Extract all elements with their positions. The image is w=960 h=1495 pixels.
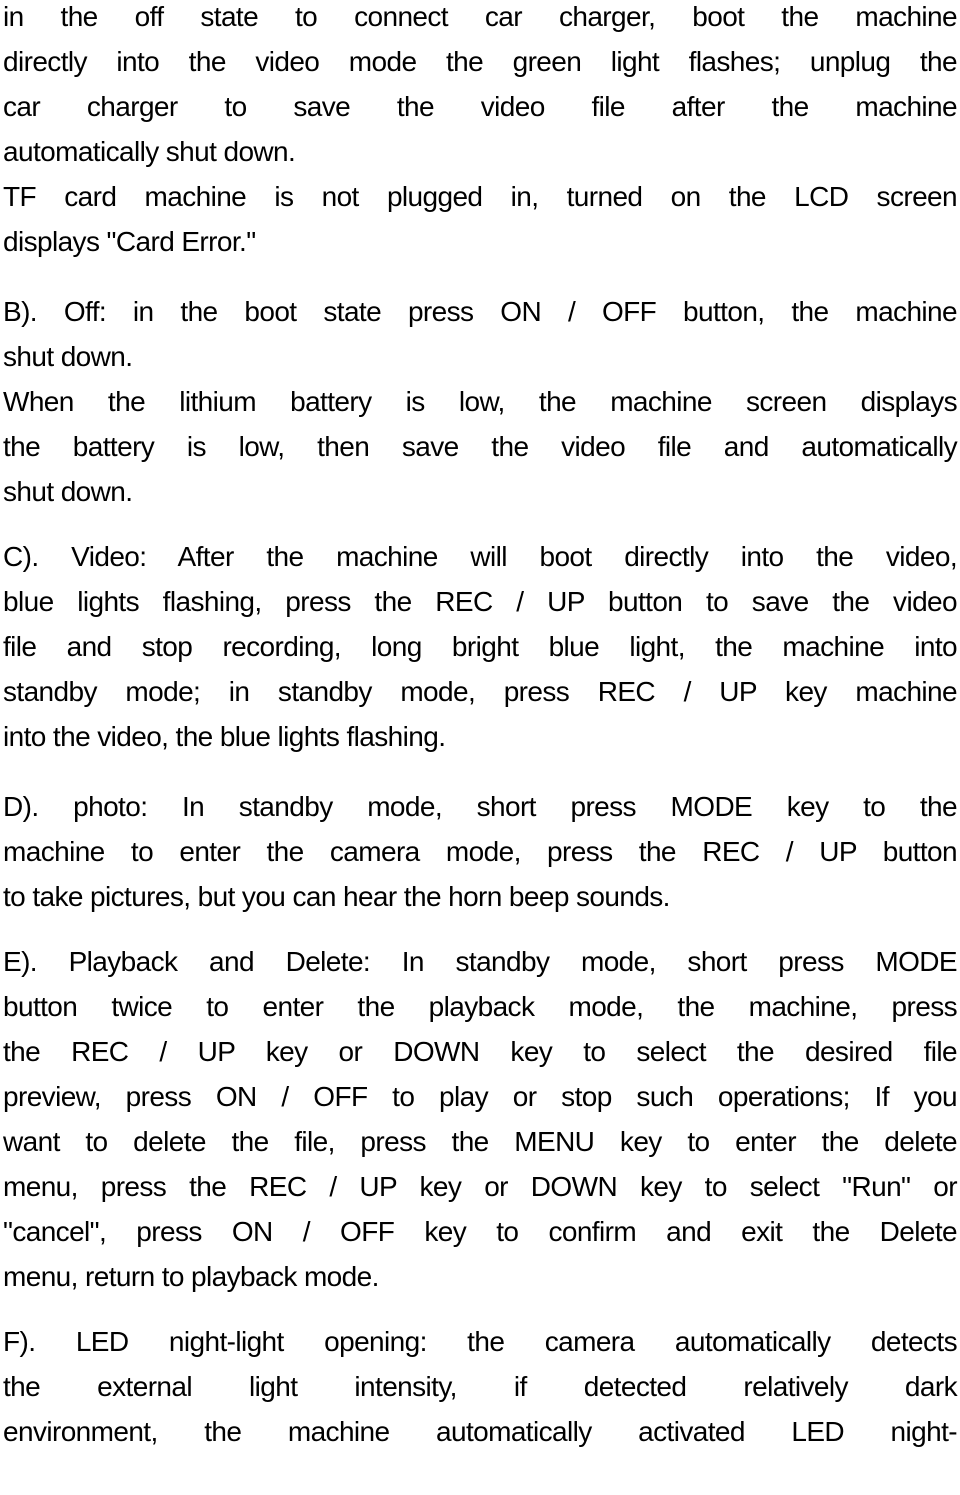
text-line: to take pictures, but you can hear the h…	[3, 881, 670, 912]
text-line: blue lights flashing, press the REC / UP…	[3, 586, 958, 617]
text-line: the external light intensity, if detecte…	[3, 1371, 958, 1402]
text-line: machine to enter the camera mode, press …	[3, 836, 958, 867]
paragraph-section-c-video: C). Video: After the machine will boot d…	[3, 534, 958, 759]
text-line: the battery is low, then save the video …	[3, 431, 958, 462]
text-line: automatically shut down.	[3, 136, 296, 167]
section-heading-line: E). Playback and Delete: In standby mode…	[3, 946, 958, 977]
paragraph-tf-card-error: TF card machine is not plugged in, turne…	[3, 174, 958, 264]
text-line: car charger to save the video file after…	[3, 91, 958, 122]
text-line: button twice to enter the playback mode,…	[3, 991, 958, 1022]
text-line: menu, return to playback mode.	[3, 1261, 379, 1292]
section-heading-line: D). photo: In standby mode, short press …	[3, 791, 958, 822]
paragraph-intro-car-charger: in the off state to connect car charger,…	[3, 0, 958, 174]
paragraph-section-e-playback-delete: E). Playback and Delete: In standby mode…	[3, 939, 958, 1299]
text-line: preview, press ON / OFF to play or stop …	[3, 1081, 958, 1112]
paragraph-low-battery: When the lithium battery is low, the mac…	[3, 379, 958, 514]
text-line: "cancel", press ON / OFF key to confirm …	[3, 1216, 958, 1247]
text-line: into the video, the blue lights flashing…	[3, 721, 446, 752]
text-line: directly into the video mode the green l…	[3, 46, 958, 77]
section-heading-line: C). Video: After the machine will boot d…	[3, 541, 958, 572]
text-line: in the off state to connect car charger,…	[3, 1, 958, 32]
text-line: menu, press the REC / UP key or DOWN key…	[3, 1171, 958, 1202]
text-line: When the lithium battery is low, the mac…	[3, 386, 958, 417]
text-line: TF card machine is not plugged in, turne…	[3, 181, 958, 212]
paragraph-section-d-photo: D). photo: In standby mode, short press …	[3, 784, 958, 919]
text-line: shut down.	[3, 341, 133, 372]
text-line: displays "Card Error."	[3, 226, 256, 257]
text-line: standby mode; in standby mode, press REC…	[3, 676, 958, 707]
text-line: file and stop recording, long bright blu…	[3, 631, 958, 662]
text-line: want to delete the file, press the MENU …	[3, 1126, 958, 1157]
paragraph-section-b-off: B). Off: in the boot state press ON / OF…	[3, 289, 958, 379]
text-line: shut down.	[3, 476, 133, 507]
paragraph-section-f-led-night-light: F). LED night-light opening: the camera …	[3, 1319, 958, 1454]
text-line: environment, the machine automatically a…	[3, 1416, 958, 1447]
document-body: in the off state to connect car charger,…	[3, 0, 958, 1454]
section-heading-line: B). Off: in the boot state press ON / OF…	[3, 296, 958, 327]
text-line: the REC / UP key or DOWN key to select t…	[3, 1036, 958, 1067]
section-heading-line: F). LED night-light opening: the camera …	[3, 1326, 958, 1357]
